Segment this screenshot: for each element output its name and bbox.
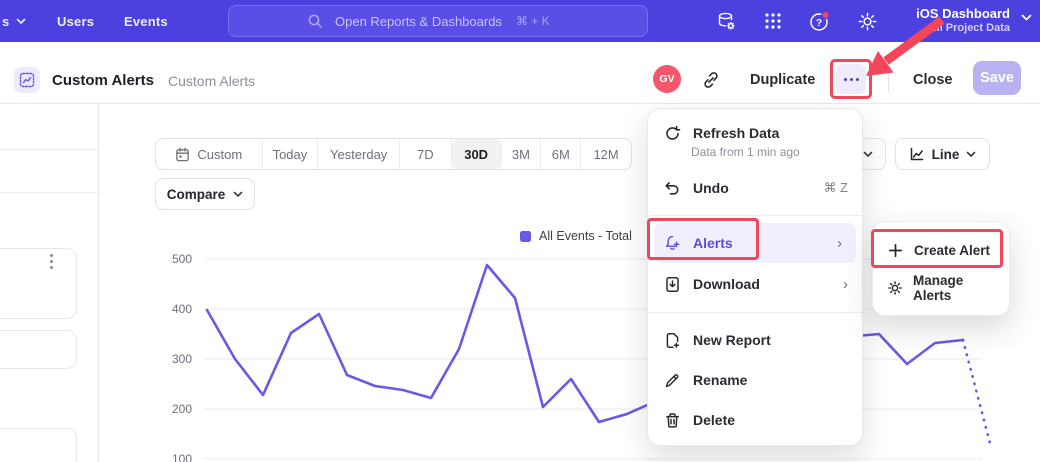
refresh-data-subtitle: Data from 1 min ago xyxy=(691,145,862,159)
new-report-icon xyxy=(664,332,681,349)
copy-link-icon[interactable] xyxy=(701,70,721,90)
chevron-down-icon xyxy=(1021,14,1032,22)
sidebar-card[interactable] xyxy=(0,248,77,319)
more-options-button[interactable] xyxy=(836,64,866,94)
plus-icon xyxy=(887,243,904,258)
kebab-menu-icon[interactable] xyxy=(50,254,53,269)
range-6m[interactable]: 6M xyxy=(541,139,581,169)
svg-text:200: 200 xyxy=(172,402,192,416)
chevron-down-icon xyxy=(966,151,976,158)
range-30d-selected[interactable]: 30D xyxy=(452,139,502,169)
help-icon[interactable]: ? xyxy=(808,9,832,33)
calendar-icon xyxy=(175,147,190,162)
search-placeholder: Open Reports & Dashboards xyxy=(335,14,502,29)
refresh-icon xyxy=(664,125,681,142)
svg-text:?: ? xyxy=(816,18,822,29)
range-today[interactable]: Today xyxy=(263,139,319,169)
data-icon[interactable] xyxy=(714,9,738,33)
range-3m[interactable]: 3M xyxy=(502,139,542,169)
download-icon xyxy=(664,276,681,293)
top-nav-bar: s Users Events Open Reports & Dashboards… xyxy=(0,0,1040,42)
avatar[interactable]: GV xyxy=(653,65,681,93)
menu-divider xyxy=(648,215,862,216)
submenu-item-manage-alerts[interactable]: Manage Alerts xyxy=(873,269,1009,307)
trash-icon xyxy=(664,412,681,429)
legend-swatch xyxy=(520,231,531,242)
menu-item-undo[interactable]: Undo ⌘ Z xyxy=(648,168,862,208)
search-icon xyxy=(307,13,323,29)
project-name: iOS Dashboard xyxy=(916,5,1010,22)
range-custom[interactable]: Custom xyxy=(156,139,263,169)
range-12m[interactable]: 12M xyxy=(581,139,631,169)
submenu-item-create-alert[interactable]: Create Alert xyxy=(873,231,1009,269)
chart-type-button[interactable]: Line xyxy=(895,138,990,170)
range-7d[interactable]: 7D xyxy=(400,139,452,169)
submenu-chevron-icon: › xyxy=(837,236,842,251)
menu-item-refresh-data[interactable]: Refresh Data xyxy=(648,119,862,147)
line-chart-icon xyxy=(909,146,925,162)
menu-item-delete[interactable]: Delete xyxy=(648,400,862,440)
duplicate-button[interactable]: Duplicate xyxy=(750,72,815,88)
legend-label: All Events - Total xyxy=(539,229,632,243)
more-options-menu: Refresh Data Data from 1 min ago Undo ⌘ … xyxy=(647,108,863,446)
chevron-down-icon xyxy=(863,151,873,158)
app-window: 100 200 300 400 500 All Events - Total s Use… xyxy=(0,0,1040,462)
search-shortcut: ⌘ + K xyxy=(516,14,550,28)
page-title: Custom Alerts xyxy=(52,72,154,89)
apps-grid-icon[interactable] xyxy=(761,9,785,33)
sidebar-card[interactable] xyxy=(0,330,77,369)
chart-legend: All Events - Total xyxy=(520,229,632,243)
nav-item-events[interactable]: Events xyxy=(124,14,168,29)
sidebar-divider xyxy=(0,192,98,193)
undo-shortcut: ⌘ Z xyxy=(823,180,848,196)
menu-item-alerts[interactable]: Alerts › xyxy=(654,223,856,263)
pencil-icon xyxy=(664,372,681,389)
breadcrumb[interactable]: Custom Alerts xyxy=(168,73,255,89)
date-range-segmented-control: Custom Today Yesterday 7D 30D 3M 6M 12M xyxy=(155,138,632,170)
submenu-chevron-icon: › xyxy=(843,277,848,292)
alerts-submenu: Create Alert Manage Alerts xyxy=(872,221,1010,316)
svg-text:100: 100 xyxy=(172,452,192,462)
compare-button[interactable]: Compare xyxy=(155,178,255,210)
sidebar-divider xyxy=(0,149,98,150)
menu-divider xyxy=(648,312,862,313)
report-header: Custom Alerts Custom Alerts GV Duplicate… xyxy=(0,42,1040,104)
svg-text:400: 400 xyxy=(172,302,192,316)
sidebar-card[interactable] xyxy=(0,428,77,462)
menu-item-new-report[interactable]: New Report xyxy=(648,320,862,360)
divider xyxy=(888,66,889,92)
bell-plus-icon xyxy=(664,234,681,252)
chevron-down-icon xyxy=(16,18,26,25)
svg-text:300: 300 xyxy=(172,352,192,366)
search-input[interactable]: Open Reports & Dashboards ⌘ + K xyxy=(228,5,648,37)
close-button[interactable]: Close xyxy=(913,72,953,88)
project-switcher[interactable]: iOS Dashboard All Project Data xyxy=(916,5,1010,35)
settings-icon[interactable] xyxy=(855,9,879,33)
range-yesterday[interactable]: Yesterday xyxy=(318,139,400,169)
chevron-down-icon xyxy=(233,191,243,198)
svg-text:500: 500 xyxy=(172,252,192,266)
undo-icon xyxy=(664,180,681,197)
notification-dot xyxy=(822,11,829,18)
gear-icon xyxy=(887,280,903,296)
report-type-icon xyxy=(14,67,40,93)
menu-item-rename[interactable]: Rename xyxy=(648,360,862,400)
project-scope: All Project Data xyxy=(916,22,1010,35)
nav-item-truncated[interactable]: s xyxy=(2,14,26,29)
menu-item-download[interactable]: Download › xyxy=(648,263,862,305)
save-button[interactable]: Save xyxy=(973,61,1021,95)
nav-item-users[interactable]: Users xyxy=(57,14,94,29)
builder-sidebar xyxy=(0,104,99,462)
